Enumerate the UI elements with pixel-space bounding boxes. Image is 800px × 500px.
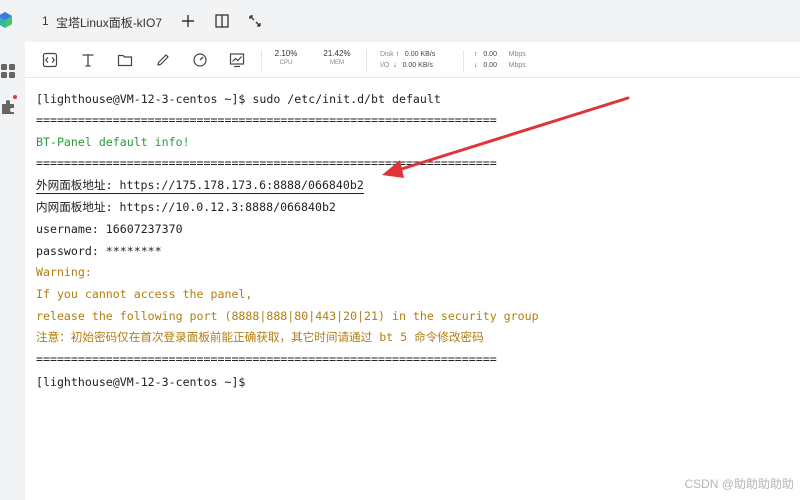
toolbar-divider bbox=[366, 50, 367, 72]
warning-line: 注意：初始密码仅在首次登录面板前能正确获取，其它时间请通过 bt 5 命令修改密… bbox=[36, 330, 484, 344]
disk-label: Disk bbox=[380, 51, 394, 58]
monitor-button[interactable] bbox=[191, 51, 209, 69]
net-down-value: 0.00 bbox=[483, 62, 497, 69]
mem-value: 21.42% bbox=[323, 49, 351, 58]
terminal-line: [lighthouse@VM-12-3-centos ~]$ sudo /etc… bbox=[36, 92, 441, 106]
new-tab-button[interactable] bbox=[179, 12, 197, 30]
line-chart-icon bbox=[229, 53, 245, 68]
apps-grid-icon[interactable] bbox=[0, 63, 16, 79]
split-view-button[interactable] bbox=[213, 12, 231, 30]
toolbar-divider bbox=[261, 50, 262, 72]
up-arrow-icon: ↑ bbox=[474, 51, 478, 58]
net-up: ↑ 0.00 Mbps bbox=[474, 50, 526, 59]
chart-button[interactable] bbox=[228, 51, 246, 69]
cpu-stat: 2.10% CPU bbox=[271, 49, 301, 68]
mem-stat: 21.42% MEM bbox=[320, 49, 354, 68]
edit-button[interactable] bbox=[154, 51, 172, 69]
expand-arrows-icon bbox=[249, 15, 261, 27]
down-arrow-icon: ↓ bbox=[474, 62, 478, 69]
code-button[interactable] bbox=[41, 51, 59, 69]
dashboard-gauge-icon bbox=[193, 53, 207, 67]
disk-write-value: 0.00 KB/s bbox=[402, 62, 433, 69]
left-sidebar bbox=[0, 0, 25, 500]
net-unit: Mbps bbox=[508, 51, 526, 58]
down-arrow-icon: ↓ bbox=[393, 62, 397, 69]
code-icon bbox=[42, 52, 58, 68]
net-unit: Mbps bbox=[508, 62, 526, 69]
text-format-icon bbox=[82, 54, 94, 67]
prompt-line: [lighthouse@VM-12-3-centos ~]$ bbox=[36, 375, 246, 389]
watermark: CSDN @助助助助助 bbox=[684, 477, 794, 491]
tab-title: 宝塔Linux面板-kIO7 bbox=[56, 16, 163, 30]
warning-line: If you cannot access the panel, bbox=[36, 287, 253, 301]
disk-write: I/O ↓ 0.00 KB/s bbox=[380, 61, 433, 70]
notification-dot bbox=[13, 95, 17, 99]
terminal-line: ========================================… bbox=[36, 352, 497, 366]
plugin-puzzle-icon[interactable] bbox=[0, 99, 16, 115]
mem-label: MEM bbox=[330, 60, 344, 66]
toolbar-divider bbox=[463, 50, 464, 72]
terminal-output[interactable]: [lighthouse@VM-12-3-centos ~]$ sudo /etc… bbox=[25, 78, 800, 500]
io-label: I/O bbox=[380, 62, 390, 69]
fullscreen-button[interactable] bbox=[246, 12, 264, 30]
split-pane-icon bbox=[215, 14, 229, 28]
disk-read: Disk ↑ 0.00 KB/s bbox=[380, 50, 435, 59]
tab-index: 1 bbox=[42, 14, 49, 28]
terminal-line: ========================================… bbox=[36, 156, 497, 170]
app-logo-icon[interactable] bbox=[0, 11, 14, 29]
font-button[interactable] bbox=[79, 51, 97, 69]
files-button[interactable] bbox=[116, 51, 134, 69]
external-panel-url-line[interactable]: 外网面板地址: https://175.178.173.6:8888/06684… bbox=[36, 178, 364, 194]
warning-line: release the following port (8888|888|80|… bbox=[36, 309, 539, 323]
up-arrow-icon: ↑ bbox=[395, 51, 400, 58]
tab-session[interactable]: 1 宝塔Linux面板-kIO7 bbox=[25, 6, 170, 36]
internal-panel-url-line[interactable]: 内网面板地址: https://10.0.12.3:8888/066840b2 bbox=[36, 200, 336, 214]
plus-icon bbox=[182, 15, 194, 27]
folder-icon bbox=[117, 54, 133, 67]
terminal-line: ========================================… bbox=[36, 113, 497, 127]
pencil-icon bbox=[157, 54, 169, 66]
terminal-line: BT-Panel default info! bbox=[36, 135, 190, 149]
password-line: password: ******** bbox=[36, 244, 162, 258]
warning-line: Warning: bbox=[36, 265, 92, 279]
toolbar: 2.10% CPU 21.42% MEM Disk ↑ 0.00 KB/s I/… bbox=[25, 42, 800, 78]
net-up-value: 0.00 bbox=[483, 51, 497, 58]
tab-bar: 1 宝塔Linux面板-kIO7 bbox=[25, 0, 800, 42]
net-down: ↓ 0.00 Mbps bbox=[474, 61, 526, 70]
cpu-label: CPU bbox=[279, 60, 293, 66]
username-line: username: 16607237370 bbox=[36, 222, 183, 236]
disk-read-value: 0.00 KB/s bbox=[404, 51, 436, 58]
cpu-value: 2.10% bbox=[274, 49, 298, 58]
